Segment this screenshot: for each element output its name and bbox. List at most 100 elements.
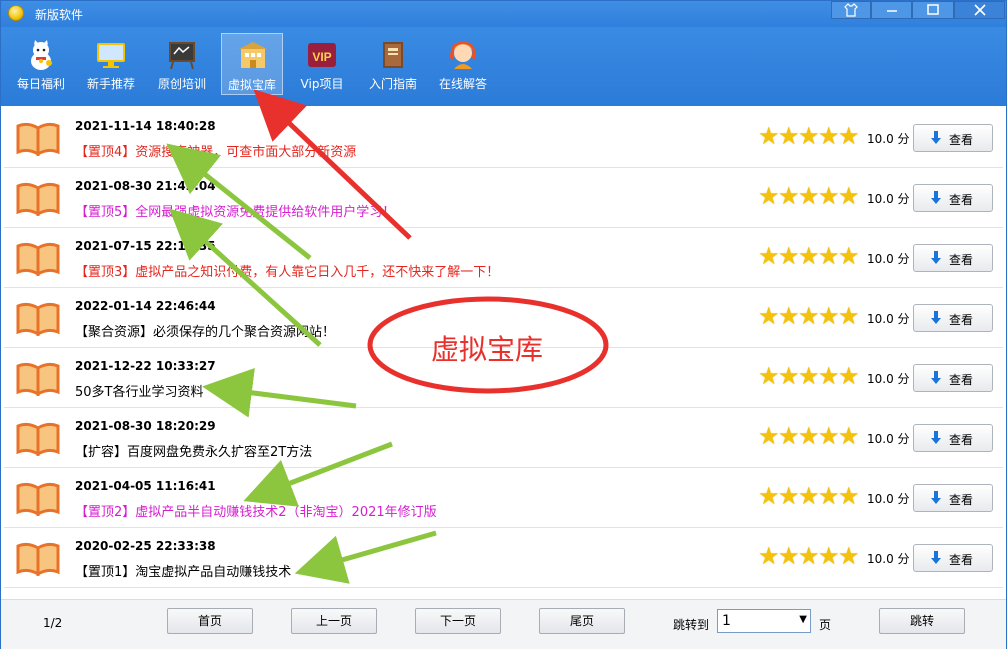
support-agent-icon — [450, 41, 476, 69]
star-icon: ★ — [778, 182, 800, 210]
rating-stars: ★★★★★ — [758, 422, 860, 450]
item-date: 2021-04-05 11:16:41 — [75, 479, 216, 493]
tool-original-training[interactable]: 原创培训 — [151, 33, 213, 95]
page-unit-label: 页 — [819, 618, 832, 632]
list-item[interactable]: 2020-02-25 22:33:38 【置顶1】淘宝虚拟产品自动赚钱技术 ★★★★… — [4, 528, 1003, 588]
tool-virtual-treasury[interactable]: 虚拟宝库 — [221, 33, 283, 95]
tool-label: Vip项目 — [300, 77, 344, 91]
window-title: 新版软件 — [35, 8, 84, 22]
first-page-button[interactable]: 首页 — [167, 608, 253, 634]
tool-getting-started[interactable]: 入门指南 — [362, 33, 424, 95]
item-score: 10.0 分 — [867, 132, 910, 146]
guide-book-icon — [383, 42, 403, 68]
rating-stars: ★★★★★ — [758, 242, 860, 270]
rating-stars: ★★★★★ — [758, 122, 860, 150]
jump-page-select[interactable]: 1 ▼ — [717, 609, 811, 633]
download-arrow-icon — [931, 491, 941, 504]
close-icon — [973, 4, 986, 16]
main-toolbar: 每日福利 新手推荐 原创培训 虚拟宝库 VIP Vip项目 入门指南 在线解答 — [1, 27, 1006, 106]
view-button[interactable]: 查看 — [913, 304, 993, 332]
star-icon: ★ — [758, 422, 780, 450]
star-icon: ★ — [818, 182, 840, 210]
star-icon: ★ — [818, 362, 840, 390]
item-title[interactable]: 【置顶5】全网最强虚拟资源免费提供给软件用户学习！ — [75, 201, 395, 220]
maximize-button[interactable] — [912, 1, 954, 19]
download-arrow-icon — [931, 131, 941, 144]
item-score: 10.0 分 — [867, 552, 910, 566]
item-score: 10.0 分 — [867, 192, 910, 206]
item-title[interactable]: 【置顶1】淘宝虚拟产品自动赚钱技术 — [75, 561, 291, 580]
star-icon: ★ — [818, 302, 840, 330]
list-item[interactable]: 2021-08-30 21:42:04 【置顶5】全网最强虚拟资源免费提供给软件用… — [4, 168, 1003, 228]
lucky-cat-icon — [31, 40, 52, 70]
tool-online-help[interactable]: 在线解答 — [432, 33, 494, 95]
item-title[interactable]: 50多T各行业学习资料 — [75, 381, 203, 400]
item-date: 2021-11-14 18:40:28 — [75, 119, 216, 133]
star-icon: ★ — [838, 542, 860, 570]
star-icon: ★ — [778, 362, 800, 390]
view-label: 查看 — [949, 373, 974, 387]
star-icon: ★ — [798, 122, 820, 150]
item-title[interactable]: 【聚合资源】必须保存的几个聚合资源网站！ — [75, 321, 335, 340]
star-icon: ★ — [838, 482, 860, 510]
page-indicator: 1/2 — [43, 616, 63, 630]
book-icon — [16, 422, 60, 456]
star-icon: ★ — [798, 242, 820, 270]
view-label: 查看 — [949, 253, 974, 267]
star-icon: ★ — [838, 242, 860, 270]
view-label: 查看 — [949, 133, 974, 147]
list-item[interactable]: 2021-04-05 11:16:41 【置顶2】虚拟产品半自动赚钱技术2（非淘宝… — [4, 468, 1003, 528]
close-button[interactable] — [954, 1, 1005, 19]
vip-icon: VIP — [308, 43, 336, 67]
star-icon: ★ — [758, 302, 780, 330]
tool-beginner-recommend[interactable]: 新手推荐 — [80, 33, 142, 95]
star-icon: ★ — [758, 362, 780, 390]
item-title[interactable]: 【置顶4】资源搜索神器，可查市面大部分新资源 — [75, 141, 356, 160]
tool-label: 新手推荐 — [86, 77, 135, 91]
list-item[interactable]: 2021-07-15 22:14:35 【置顶3】虚拟产品之知识付费，有人靠它日入… — [4, 228, 1003, 288]
view-button[interactable]: 查看 — [913, 184, 993, 212]
view-button[interactable]: 查看 — [913, 244, 993, 272]
item-date: 2020-02-25 22:33:38 — [75, 539, 216, 553]
star-icon: ★ — [778, 302, 800, 330]
star-icon: ★ — [778, 542, 800, 570]
tool-daily-welfare[interactable]: 每日福利 — [10, 33, 72, 95]
view-button[interactable]: 查看 — [913, 544, 993, 572]
jump-page-value: 1 — [722, 613, 731, 629]
item-title[interactable]: 【置顶3】虚拟产品之知识付费，有人靠它日入几千，还不快来了解一下！ — [75, 261, 499, 280]
last-page-button[interactable]: 尾页 — [539, 608, 625, 634]
star-icon: ★ — [778, 482, 800, 510]
view-label: 查看 — [949, 433, 974, 447]
item-score: 10.0 分 — [867, 252, 910, 266]
skin-button[interactable] — [831, 1, 871, 19]
star-icon: ★ — [798, 422, 820, 450]
view-button[interactable]: 查看 — [913, 424, 993, 452]
rating-stars: ★★★★★ — [758, 302, 860, 330]
view-button[interactable]: 查看 — [913, 124, 993, 152]
item-title[interactable]: 【置顶2】虚拟产品半自动赚钱技术2（非淘宝）2021年修订版 — [75, 501, 437, 520]
tool-label: 虚拟宝库 — [227, 78, 276, 92]
list-item[interactable]: 2021-08-30 18:20:29 【扩容】百度网盘免费永久扩容至2T方法 ★★… — [4, 408, 1003, 468]
view-label: 查看 — [949, 493, 974, 507]
item-title[interactable]: 【扩容】百度网盘免费永久扩容至2T方法 — [75, 441, 312, 460]
treasure-building-icon — [239, 42, 267, 68]
star-icon: ★ — [758, 182, 780, 210]
rating-stars: ★★★★★ — [758, 542, 860, 570]
view-button[interactable]: 查看 — [913, 364, 993, 392]
prev-page-button[interactable]: 上一页 — [291, 608, 377, 634]
next-page-button[interactable]: 下一页 — [415, 608, 501, 634]
star-icon: ★ — [798, 542, 820, 570]
jump-button[interactable]: 跳转 — [879, 608, 965, 634]
tool-vip-projects[interactable]: VIP Vip项目 — [291, 33, 353, 95]
star-icon: ★ — [838, 362, 860, 390]
minimize-button[interactable] — [871, 1, 912, 19]
tool-label: 原创培训 — [157, 77, 206, 91]
list-item[interactable]: 2021-11-14 18:40:28 【置顶4】资源搜索神器，可查市面大部分新资… — [4, 108, 1003, 168]
book-icon — [16, 482, 60, 516]
item-score: 10.0 分 — [867, 492, 910, 506]
tool-label: 每日福利 — [16, 77, 65, 91]
star-icon: ★ — [838, 422, 860, 450]
svg-text:VIP: VIP — [312, 50, 331, 64]
view-button[interactable]: 查看 — [913, 484, 993, 512]
star-icon: ★ — [818, 482, 840, 510]
